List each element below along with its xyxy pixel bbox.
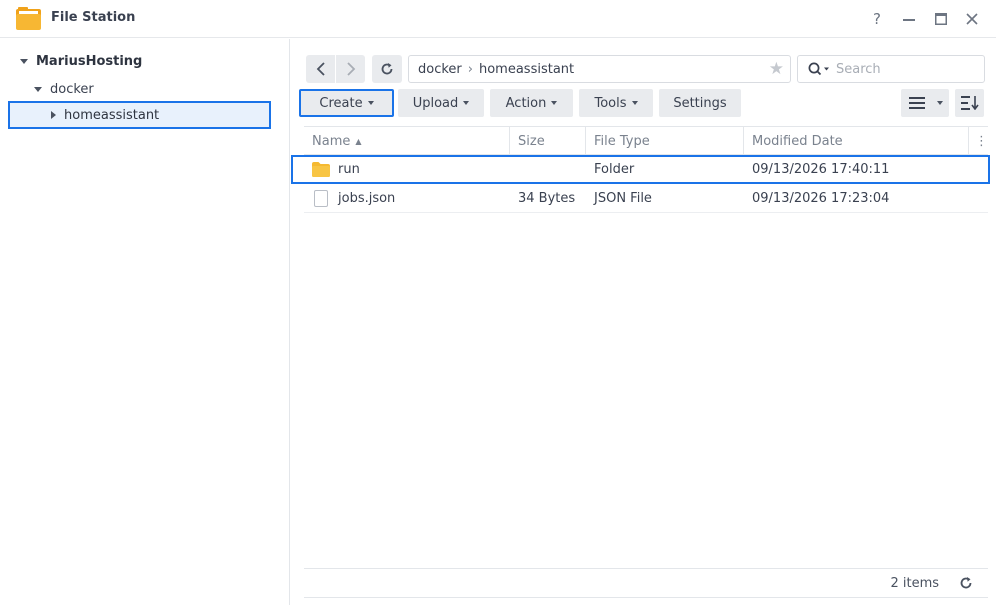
column-type[interactable]: File Type [586, 127, 744, 155]
sidebar-tree: MariusHosting docker homeassistant [0, 39, 290, 605]
row-name-cell: jobs.json [312, 184, 395, 212]
chevron-right-icon [346, 62, 355, 76]
tree-node-label: homeassistant [64, 107, 160, 123]
path-separator: › [467, 61, 473, 77]
row-size-cell: 34 Bytes [518, 190, 576, 206]
maximize-icon [935, 13, 947, 25]
minimize-button[interactable] [899, 9, 919, 29]
view-mode-button[interactable] [901, 89, 949, 117]
column-menu-icon[interactable]: ⋮ [969, 127, 988, 155]
search-input[interactable] [836, 61, 966, 77]
row-modified-cell: 09/13/2026 17:23:04 [752, 190, 890, 206]
status-bar: 2 items [304, 568, 988, 598]
maximize-button[interactable] [931, 9, 951, 29]
window-title: File Station [51, 10, 136, 25]
forward-button[interactable] [336, 55, 365, 83]
dropdown-caret-icon [367, 101, 374, 105]
sort-icon [960, 96, 979, 110]
item-count: 2 items [890, 576, 939, 591]
column-label: Modified Date [752, 133, 843, 149]
close-button[interactable] [962, 9, 982, 29]
dropdown-caret-icon[interactable] [937, 101, 943, 105]
help-icon: ? [873, 10, 881, 28]
collapsed-arrow-icon[interactable] [51, 111, 56, 119]
refresh-icon [381, 63, 393, 75]
tree-node-root[interactable]: MariusHosting [20, 48, 142, 74]
dropdown-caret-icon [463, 101, 470, 105]
search-box [797, 55, 985, 83]
settings-label: Settings [673, 95, 727, 111]
list-view-icon [909, 97, 925, 109]
expanded-arrow-icon[interactable] [34, 86, 42, 92]
path-segment[interactable]: docker [418, 62, 462, 77]
refresh-icon [960, 577, 972, 589]
refresh-button[interactable] [372, 55, 402, 83]
column-size[interactable]: Size [510, 127, 586, 155]
settings-button[interactable]: Settings [659, 89, 741, 117]
tools-button[interactable]: Tools [579, 89, 653, 117]
tree-node-label: docker [50, 81, 94, 97]
column-label: Size [518, 133, 545, 149]
tree-node-homeassistant[interactable]: homeassistant [8, 101, 271, 129]
upload-label: Upload [412, 95, 459, 111]
minimize-icon [903, 19, 915, 21]
column-modified[interactable]: Modified Date [744, 127, 969, 155]
tools-label: Tools [594, 95, 627, 111]
file-icon [314, 189, 328, 207]
column-label: File Type [594, 133, 650, 149]
file-station-icon [16, 7, 41, 30]
tree-node-label: MariusHosting [36, 53, 143, 69]
table-row[interactable]: jobs.json 34 Bytes JSON File 09/13/2026 … [304, 184, 988, 213]
search-icon[interactable] [808, 62, 830, 76]
path-bar[interactable]: docker › homeassistant ★ [408, 55, 791, 83]
tree-node-docker[interactable]: docker [34, 76, 94, 102]
sort-button[interactable] [955, 89, 984, 117]
file-name: jobs.json [338, 190, 396, 206]
help-button[interactable]: ? [867, 9, 887, 29]
close-icon [966, 13, 978, 25]
table-header: Name ▲ Size File Type Modified Date ⋮ [304, 126, 988, 155]
row-type-cell: JSON File [594, 190, 652, 206]
footer-refresh-button[interactable] [956, 573, 976, 593]
back-button[interactable] [306, 55, 335, 83]
chevron-left-icon [316, 62, 325, 76]
column-name[interactable]: Name ▲ [304, 127, 510, 155]
path-segment[interactable]: homeassistant [479, 62, 574, 77]
dropdown-caret-icon [631, 101, 638, 105]
column-label: Name [312, 133, 351, 149]
title-bar: File Station ? [0, 0, 996, 38]
create-button[interactable]: Create [299, 89, 394, 117]
create-label: Create [319, 95, 363, 111]
upload-button[interactable]: Upload [398, 89, 484, 117]
action-label: Action [505, 95, 547, 111]
sort-asc-icon: ▲ [355, 136, 362, 146]
expanded-arrow-icon[interactable] [20, 58, 28, 64]
star-icon[interactable]: ★ [769, 59, 784, 79]
action-button[interactable]: Action [490, 89, 573, 117]
selection-highlight [291, 155, 990, 184]
dropdown-caret-icon [551, 101, 558, 105]
